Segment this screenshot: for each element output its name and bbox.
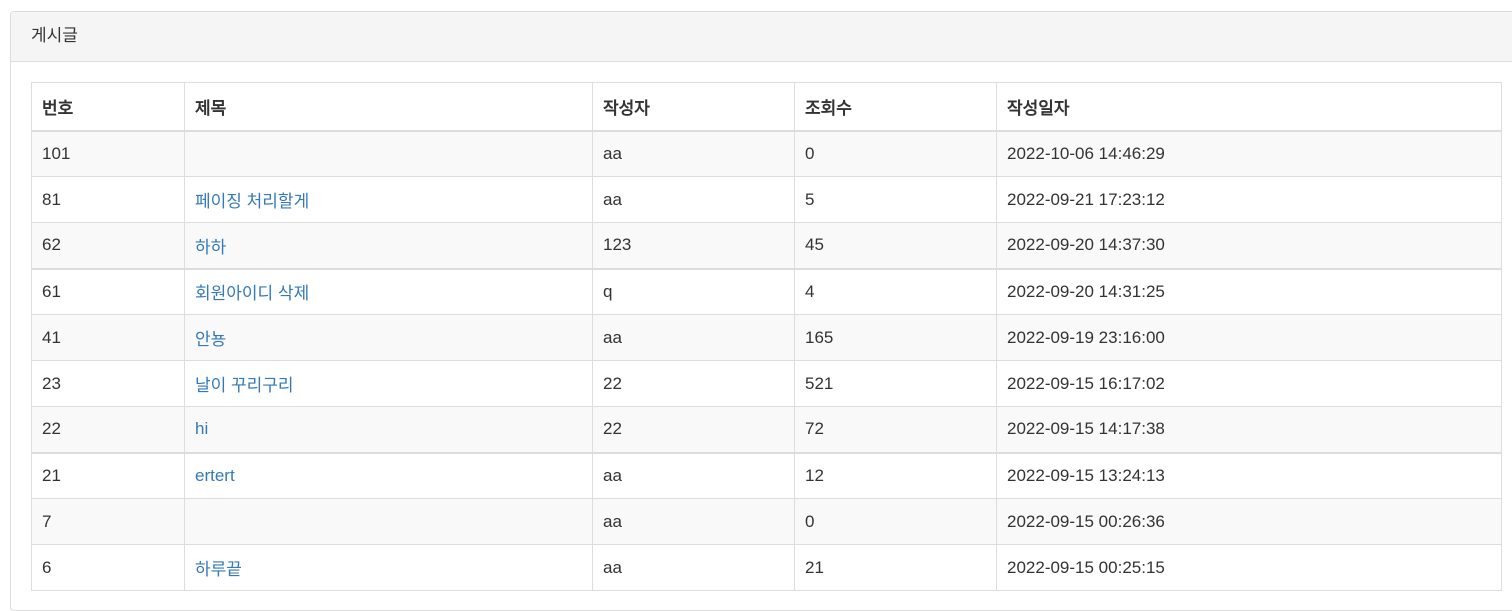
cell-title: ertert [184,451,593,499]
cell-views: 165 [794,314,997,361]
cell-views: 521 [794,360,997,407]
post-title-link[interactable]: 안뇽 [195,330,226,349]
cell-author: aa [592,498,795,545]
cell-views: 0 [794,498,997,545]
cell-author: 22 [592,360,795,407]
post-title-link[interactable]: 하하 [195,238,226,257]
cell-no: 81 [31,176,185,223]
cell-views: 72 [794,406,997,453]
cell-date: 2022-09-20 14:31:25 [996,267,1502,315]
cell-views: 12 [794,451,997,499]
cell-no: 61 [31,267,185,315]
table-row: 23 날이 꾸리구리 22 521 2022-09-15 16:17:02 [31,360,1502,407]
cell-title: 안뇽 [184,314,593,361]
cell-author: 22 [592,406,795,453]
table-row: 61 회원아이디 삭제 q 4 2022-09-20 14:31:25 [31,267,1502,315]
column-header-title: 제목 [184,82,593,132]
column-header-views: 조회수 [794,82,997,132]
posts-table-wrapper: 번호 제목 작성자 조회수 작성일자 101 aa 0 2022-10-06 1… [31,82,1502,591]
post-title-link[interactable]: 회원아이디 삭제 [195,284,309,303]
cell-date: 2022-09-15 00:26:36 [996,498,1502,545]
cell-date: 2022-09-15 14:17:38 [996,406,1502,453]
cell-date: 2022-09-15 00:25:15 [996,544,1502,591]
panel-heading: 게시글 [11,12,1512,62]
cell-title: 하루끝 [184,544,593,591]
cell-no: 101 [31,130,185,177]
table-body: 101 aa 0 2022-10-06 14:46:29 81 페이징 처리할게… [31,130,1502,591]
cell-author: aa [592,451,795,499]
cell-no: 62 [31,222,185,269]
cell-no: 6 [31,544,185,591]
table-row: 7 aa 0 2022-09-15 00:26:36 [31,498,1502,545]
cell-date: 2022-09-20 14:37:30 [996,222,1502,269]
table-row: 21 ertert aa 12 2022-09-15 13:24:13 [31,451,1502,499]
cell-views: 4 [794,267,997,315]
cell-date: 2022-09-15 16:17:02 [996,360,1502,407]
column-header-date: 작성일자 [996,82,1502,132]
table-row: 62 하하 123 45 2022-09-20 14:37:30 [31,222,1502,269]
cell-author: aa [592,314,795,361]
cell-views: 45 [794,222,997,269]
cell-title: hi [184,406,593,453]
post-title-link[interactable]: 하루끝 [195,560,242,579]
cell-no: 41 [31,314,185,361]
posts-table: 번호 제목 작성자 조회수 작성일자 101 aa 0 2022-10-06 1… [31,82,1502,591]
table-row: 22 hi 22 72 2022-09-15 14:17:38 [31,406,1502,453]
table-row: 41 안뇽 aa 165 2022-09-19 23:16:00 [31,314,1502,361]
table-row: 6 하루끝 aa 21 2022-09-15 00:25:15 [31,544,1502,591]
cell-author: aa [592,176,795,223]
table-row: 81 페이징 처리할게 aa 5 2022-09-21 17:23:12 [31,176,1502,223]
cell-author: q [592,267,795,315]
cell-title [184,498,593,545]
cell-title [184,130,593,177]
cell-author: aa [592,130,795,177]
cell-no: 21 [31,451,185,499]
cell-date: 2022-09-15 13:24:13 [996,451,1502,499]
posts-panel: 게시글 번호 제목 작성자 조회수 작성일자 101 aa 0 2022-10-… [10,11,1512,611]
cell-title: 회원아이디 삭제 [184,267,593,315]
cell-views: 0 [794,130,997,177]
cell-author: aa [592,544,795,591]
cell-date: 2022-10-06 14:46:29 [996,130,1502,177]
cell-no: 22 [31,406,185,453]
cell-date: 2022-09-21 17:23:12 [996,176,1502,223]
cell-date: 2022-09-19 23:16:00 [996,314,1502,361]
table-header: 번호 제목 작성자 조회수 작성일자 [31,82,1502,132]
column-header-no: 번호 [31,82,185,132]
cell-no: 23 [31,360,185,407]
cell-no: 7 [31,498,185,545]
table-header-row: 번호 제목 작성자 조회수 작성일자 [31,82,1502,132]
cell-title: 날이 꾸리구리 [184,360,593,407]
post-title-link[interactable]: hi [195,419,208,438]
cell-author: 123 [592,222,795,269]
post-title-link[interactable]: 페이징 처리할게 [195,192,309,211]
cell-title: 하하 [184,222,593,269]
post-title-link[interactable]: 날이 꾸리구리 [195,376,294,395]
cell-title: 페이징 처리할게 [184,176,593,223]
column-header-author: 작성자 [592,82,795,132]
table-row: 101 aa 0 2022-10-06 14:46:29 [31,130,1502,177]
cell-views: 5 [794,176,997,223]
cell-views: 21 [794,544,997,591]
post-title-link[interactable]: ertert [195,466,235,485]
